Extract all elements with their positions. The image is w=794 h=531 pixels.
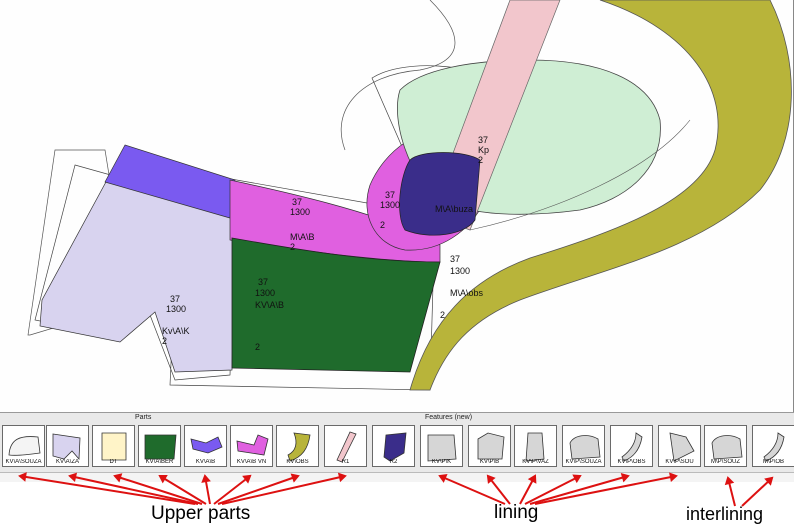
- svg-text:M\A\B: M\A\B: [290, 232, 315, 242]
- interlining-souz-icon: [711, 435, 743, 460]
- tile-label: R2: [389, 459, 398, 465]
- svg-text:1300: 1300: [255, 288, 275, 298]
- tile-label: KV\A\BER: [145, 459, 174, 465]
- svg-text:2: 2: [255, 342, 260, 352]
- upper-part-tile[interactable]: KV\A\ZA: [46, 425, 89, 467]
- upper-part-tile[interactable]: KV\OBS: [276, 425, 319, 467]
- upper-parts-annotation: Upper parts: [151, 503, 251, 524]
- tile-label: KV\P\SOU: [665, 459, 694, 465]
- upper-obs-icon: [287, 432, 311, 462]
- svg-text:37: 37: [450, 254, 460, 264]
- svg-text:2: 2: [440, 310, 445, 320]
- lining-b-icon: [477, 432, 505, 460]
- lining-tile[interactable]: KV\P\SOUZA: [562, 425, 605, 467]
- svg-text:37: 37: [478, 135, 488, 145]
- svg-text:2: 2: [380, 220, 385, 230]
- parts-panel: Parts Features (new) KV\A\SOUZA KV\A\ZA DT…: [0, 412, 794, 472]
- tile-label: KV\OBS: [286, 459, 309, 465]
- upper-r2-icon: [383, 432, 407, 462]
- tile-label: KV\A\ZA: [55, 459, 79, 465]
- interlining-annotation: interlining: [686, 504, 764, 524]
- upper-part-tile[interactable]: KV\A\SOUZA: [2, 425, 45, 467]
- tile-label: KV\P\VAZ: [522, 459, 549, 465]
- tile-label: KV\P\OBS: [617, 459, 646, 465]
- tile-label: KV\A\SOUZA: [5, 459, 42, 465]
- upper-r1-icon: [336, 431, 357, 463]
- upper-dt-icon: [101, 432, 127, 461]
- upper-ber-icon: [144, 434, 177, 460]
- lining-k-icon: [427, 434, 457, 462]
- lining-obs-icon: [621, 432, 643, 462]
- status-strip: [0, 472, 794, 482]
- tile-label: KV\A\B VN: [236, 459, 267, 465]
- svg-text:37: 37: [258, 277, 268, 287]
- lining-tile[interactable]: KV\P\K: [420, 425, 463, 467]
- upper-b-icon: [190, 436, 223, 454]
- lining-annotation: lining: [494, 502, 539, 523]
- tile-label: KV\A\B: [195, 459, 216, 465]
- features-title: Features (new): [425, 414, 473, 421]
- lining-tile[interactable]: KV\P\VAZ: [514, 425, 557, 467]
- dark-blue-piece[interactable]: [399, 152, 481, 236]
- svg-text:2: 2: [478, 155, 483, 165]
- tile-label: KV\P\B: [479, 459, 500, 465]
- svg-text:37: 37: [170, 294, 180, 304]
- svg-text:Kp: Kp: [478, 145, 489, 155]
- tile-label: KV\P\K: [431, 459, 452, 465]
- upper-souza-icon: [8, 436, 41, 456]
- upper-bvn-icon: [236, 434, 269, 456]
- svg-text:1300: 1300: [166, 304, 186, 314]
- svg-text:M\A\buza: M\A\buza: [435, 204, 473, 214]
- svg-text:1300: 1300: [380, 200, 400, 210]
- pattern-canvas[interactable]: 37 1300 Kv\A\K 2 37 1300 KV\A\B 2 37 130…: [0, 0, 794, 412]
- svg-text:37: 37: [385, 190, 395, 200]
- tile-label: KV\P\SOUZA: [565, 459, 602, 465]
- lining-tile[interactable]: KV\P\B: [468, 425, 511, 467]
- svg-text:2: 2: [290, 242, 295, 252]
- svg-text:1300: 1300: [450, 266, 470, 276]
- tile-label: M\P\SOUZ: [710, 459, 740, 465]
- annotation-arrow: [741, 477, 773, 507]
- upper-part-tile[interactable]: R2: [372, 425, 415, 467]
- lining-vaz-icon: [525, 432, 545, 462]
- interlining-tile[interactable]: M\P\OB: [752, 425, 794, 467]
- interlining-tile[interactable]: M\P\SOUZ: [704, 425, 747, 467]
- lining-souza-icon: [569, 435, 601, 460]
- upper-part-tile[interactable]: R1: [324, 425, 367, 467]
- parts-title: Parts: [135, 414, 152, 421]
- tile-label: R1: [341, 459, 350, 465]
- lining-sou-icon: [669, 432, 695, 462]
- tile-label: DT: [109, 459, 118, 465]
- svg-text:1300: 1300: [290, 207, 310, 217]
- svg-text:Kv\A\K: Kv\A\K: [162, 326, 190, 336]
- lining-tile[interactable]: KV\P\SOU: [658, 425, 701, 467]
- svg-text:M\A\obs: M\A\obs: [450, 288, 484, 298]
- svg-text:KV\A\B: KV\A\B: [255, 300, 284, 310]
- pattern-drawing[interactable]: 37 1300 Kv\A\K 2 37 1300 KV\A\B 2 37 130…: [0, 0, 794, 412]
- svg-text:37: 37: [292, 197, 302, 207]
- upper-part-tile[interactable]: KV\A\BER: [138, 425, 181, 467]
- annotation-arrow: [727, 477, 736, 507]
- svg-text:2: 2: [162, 336, 167, 346]
- upper-za-icon: [52, 433, 81, 461]
- interlining-ob-icon: [763, 432, 785, 462]
- tile-label: M\P\OB: [762, 459, 784, 465]
- upper-part-tile[interactable]: DT: [92, 425, 135, 467]
- upper-part-tile[interactable]: KV\A\B VN: [230, 425, 273, 467]
- upper-part-tile[interactable]: KV\A\B: [184, 425, 227, 467]
- lining-tile[interactable]: KV\P\OBS: [610, 425, 653, 467]
